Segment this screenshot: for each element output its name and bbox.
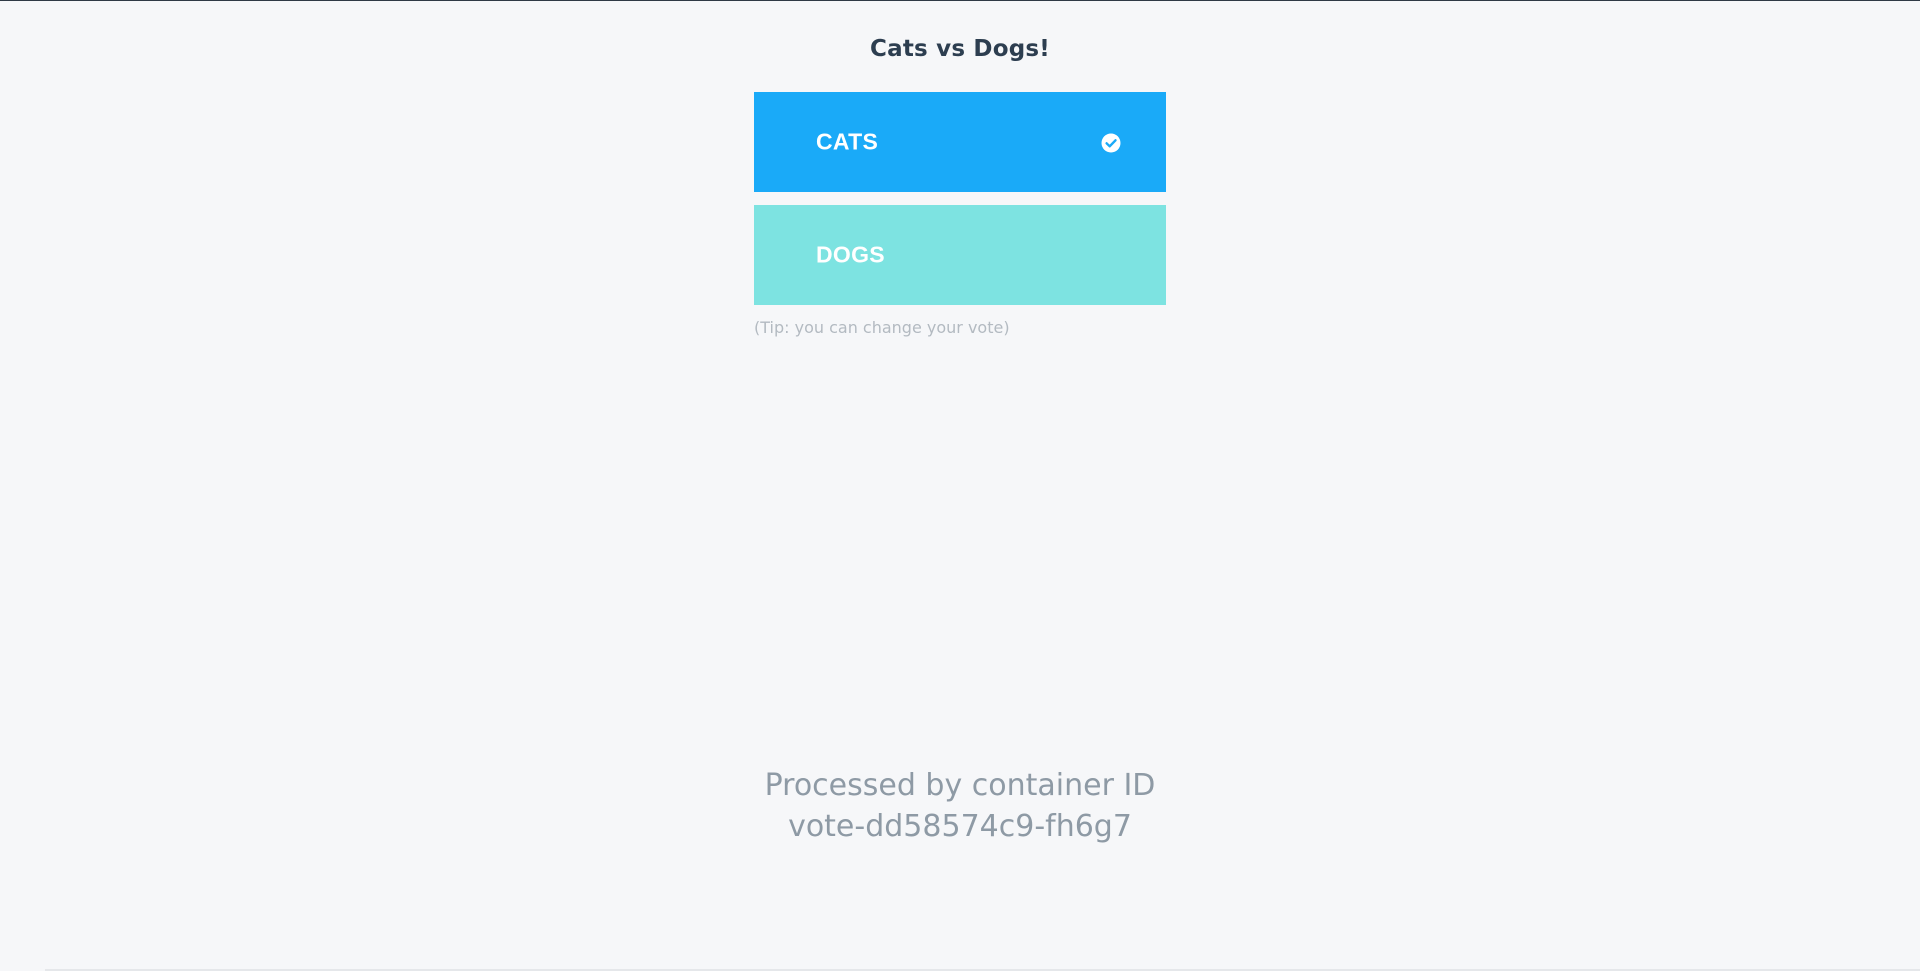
page-title: Cats vs Dogs! [870,36,1050,62]
vote-dogs-button[interactable]: DOGS [754,205,1166,305]
footer-line-processed: Processed by container ID [764,768,1156,803]
vote-cats-label: CATS [816,128,879,155]
top-border [0,0,1920,1]
container-id-footer: Processed by container ID vote-dd58574c9… [0,765,1920,847]
tip-text: (Tip: you can change your vote) [754,318,1010,337]
vote-cats-button[interactable]: CATS [754,92,1166,192]
check-circle-icon [1101,133,1121,153]
vote-dogs-label: DOGS [816,241,885,268]
footer-container-id: vote-dd58574c9-fh6g7 [788,809,1132,844]
